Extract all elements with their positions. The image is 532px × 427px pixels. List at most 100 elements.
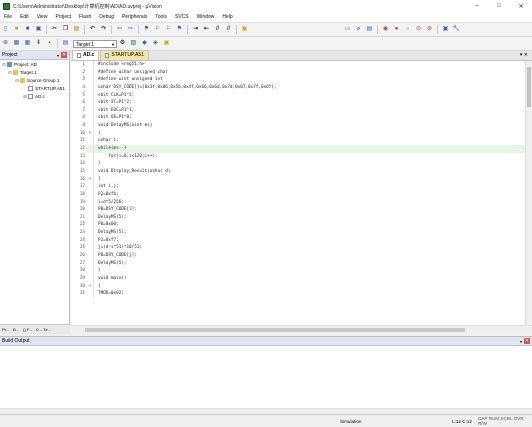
next-bookmark-icon[interactable]: ⚐	[164, 25, 173, 34]
code-line[interactable]: 12 while(ms--)	[71, 145, 526, 153]
fold-marker[interactable]	[87, 68, 94, 77]
fold-marker[interactable]	[87, 76, 94, 84]
code-line[interactable]: 23 DelayMS(5);	[71, 229, 526, 237]
translate-icon[interactable]: ⊕	[1, 39, 10, 48]
code-line[interactable]: 24 P2=0xf7;	[71, 236, 526, 245]
close-icon[interactable]: ✕	[524, 338, 530, 344]
close-icon[interactable]: ✕	[61, 52, 67, 58]
tab-functions[interactable]: {} F...	[21, 327, 34, 332]
fold-marker[interactable]	[87, 183, 94, 191]
horizontal-scrollbar[interactable]	[71, 325, 532, 334]
fold-marker[interactable]	[87, 198, 94, 207]
menu-tools[interactable]: Tools	[151, 14, 171, 20]
menu-view[interactable]: View	[33, 14, 52, 20]
code-line[interactable]: 25 j=(d-i*51)*10/51;	[71, 244, 526, 253]
fold-marker[interactable]	[87, 99, 94, 107]
tree-item-target[interactable]: ⊟ Target 1	[0, 68, 69, 76]
indent-icon[interactable]: ⇥	[191, 25, 200, 34]
code-line[interactable]: 16 ⊟ {	[71, 175, 526, 184]
menu-project[interactable]: Project	[51, 14, 75, 20]
target-options-icon[interactable]: ⚙	[118, 39, 127, 48]
tab-books[interactable]: B...	[11, 327, 21, 332]
code-line[interactable]: 5 sbit CLK=P1^3;	[71, 91, 526, 100]
fold-marker[interactable]	[87, 252, 94, 260]
incremental-find-icon[interactable]: ▤	[365, 25, 374, 34]
download-icon[interactable]: ⬇	[34, 39, 43, 48]
code-line[interactable]: 1 #include <reg51.h>	[71, 61, 526, 69]
fold-marker[interactable]: ⊟	[87, 175, 94, 184]
fold-marker[interactable]	[87, 221, 94, 230]
code-line[interactable]: 8 sbit OE=P1^0;	[71, 114, 526, 123]
scroll-thumb[interactable]	[527, 67, 531, 107]
fold-marker[interactable]	[87, 145, 94, 153]
code-line[interactable]: 6 sbit ST=P1^2;	[71, 99, 526, 107]
fold-marker[interactable]: ⊟	[87, 282, 94, 291]
fold-marker[interactable]	[87, 160, 94, 168]
code-line[interactable]: 27 DelayMS(5);	[71, 259, 526, 268]
fold-marker[interactable]	[87, 290, 94, 298]
code-line[interactable]: 11 uchar i;	[71, 137, 526, 146]
menu-help[interactable]: Help	[218, 14, 236, 20]
menu-window[interactable]: Window	[193, 14, 219, 20]
code-line[interactable]: 29 void main()	[71, 274, 526, 283]
clear-breakpoints-icon[interactable]: ⊗	[425, 25, 434, 34]
code-line[interactable]: 9 void DelayMS(uint ms)	[71, 122, 526, 130]
fold-marker[interactable]	[87, 106, 94, 115]
stop-build-icon[interactable]: ▪	[45, 39, 54, 48]
fold-marker[interactable]	[87, 152, 94, 161]
fold-marker[interactable]	[87, 213, 94, 222]
nav-forward-icon[interactable]: ⇨	[126, 25, 135, 34]
comment-icon[interactable]: //	[213, 25, 222, 34]
code-line[interactable]: 10 ⊟ {	[71, 129, 526, 138]
fold-marker[interactable]	[87, 274, 94, 283]
code-line[interactable]: 30 ⊟ {	[71, 282, 526, 291]
code-line[interactable]: 3 #define uint unsigned int	[71, 76, 526, 84]
manage-components-icon[interactable]: ◆	[140, 39, 149, 48]
clear-bookmarks-icon[interactable]: ⚑	[175, 25, 184, 34]
minimize-button[interactable]: –	[466, 0, 488, 12]
code-line[interactable]: 20 P0=DSY_CODE[i];	[71, 206, 526, 214]
code-line[interactable]: 18 P2=0xfb;	[71, 190, 526, 199]
code-line[interactable]: 2 #define uchar unsigned char	[71, 68, 526, 77]
redo-icon[interactable]: ↷	[99, 25, 108, 34]
debug-session-icon[interactable]: ◉	[381, 25, 390, 34]
code-line[interactable]: 28}	[71, 267, 526, 275]
code-line[interactable]: 14}	[71, 160, 526, 168]
tree-item-source-group[interactable]: ⊟ Source Group 1	[0, 76, 69, 84]
tab-project[interactable]: Pr...	[0, 327, 11, 332]
code-line[interactable]: 31 TMOD=0x02;	[71, 290, 526, 298]
new-file-icon[interactable]: ▯	[1, 25, 10, 34]
fold-marker[interactable]: ⊟	[87, 129, 94, 138]
menu-flash[interactable]: Flash	[75, 14, 95, 20]
nav-back-icon[interactable]: ⇦	[115, 25, 124, 34]
pin-icon[interactable]: ▾	[520, 339, 522, 344]
tab-ad-c[interactable]: AD.c	[72, 50, 100, 60]
menu-edit[interactable]: Edit	[16, 14, 33, 20]
prev-bookmark-icon[interactable]: ⚐	[153, 25, 162, 34]
fold-marker[interactable]	[87, 229, 94, 237]
code-area[interactable]: 1 #include <reg51.h> 2 #define uchar unsign…	[71, 61, 526, 326]
window-layout-icon[interactable]: ▣	[441, 25, 450, 34]
fold-marker[interactable]	[87, 61, 94, 69]
close-button[interactable]: ✕	[510, 0, 532, 12]
undo-icon[interactable]: ↶	[88, 25, 97, 34]
code-line[interactable]: 22 P0=0x00;	[71, 221, 526, 230]
code-line[interactable]: 15 void Display_Result(uchar d)	[71, 167, 526, 176]
open-file-icon[interactable]: ■	[12, 25, 21, 34]
pin-icon[interactable]: ▾	[57, 53, 59, 58]
find-icon[interactable]: ⌕	[354, 25, 363, 34]
target-select[interactable]: Target 1 ▼	[73, 39, 117, 48]
menu-debug[interactable]: Debug	[95, 14, 118, 20]
code-line[interactable]: 26 P0=DSY_CODE[j];	[71, 252, 526, 260]
fold-marker[interactable]	[87, 83, 94, 92]
maximize-button[interactable]: □	[488, 0, 510, 12]
disable-breakpoint-icon[interactable]: ○	[403, 25, 412, 34]
fold-marker[interactable]	[87, 137, 94, 146]
code-line[interactable]: 17 int i,j;	[71, 183, 526, 191]
file-extensions-icon[interactable]: ▨	[129, 39, 138, 48]
menu-svcs[interactable]: SVCS	[171, 14, 193, 20]
close-editor-icon[interactable]: ▾ ✕	[520, 52, 528, 58]
paste-icon[interactable]: ▤	[72, 25, 81, 34]
find-combo-icon[interactable]: ▭	[343, 25, 352, 34]
rebuild-icon[interactable]: ▦	[23, 39, 32, 48]
